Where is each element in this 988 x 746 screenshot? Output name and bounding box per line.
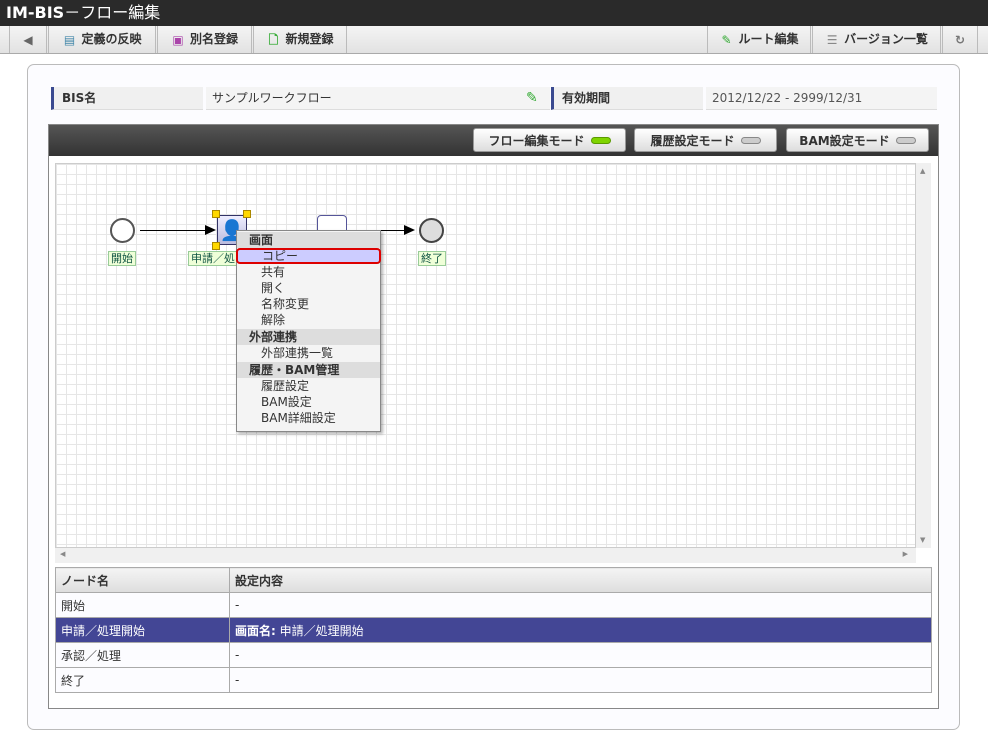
- table-row-selected[interactable]: 申請／処理開始 画面名: 申請／処理開始: [55, 617, 932, 643]
- header-node-name: ノード名: [55, 567, 230, 593]
- bam-mode-button[interactable]: BAM設定モード: [786, 128, 929, 152]
- route-label: ルート編集: [738, 32, 799, 46]
- pencil-icon: ✎: [721, 32, 732, 47]
- end-node-label: 終了: [418, 251, 446, 266]
- menu-item-share[interactable]: 共有: [237, 264, 380, 280]
- reflect-definition-button[interactable]: ▤ 定義の反映: [48, 26, 156, 53]
- new-label: 新規登録: [285, 32, 334, 46]
- menu-item-external-list[interactable]: 外部連携一覧: [237, 345, 380, 361]
- version-list-button[interactable]: ☰ バージョン一覧: [812, 26, 941, 53]
- mode-indicator-off: [895, 136, 916, 144]
- menu-item-bam-settings[interactable]: BAM設定: [237, 394, 380, 410]
- reflect-label: 定義の反映: [81, 32, 142, 46]
- period-label: 有効期間: [551, 87, 703, 110]
- mode-label: 履歴設定モード: [650, 133, 735, 148]
- refresh-button[interactable]: ↻: [942, 26, 978, 53]
- save-icon: ▣: [172, 32, 184, 47]
- horizontal-scrollbar[interactable]: ◀ ▶: [55, 548, 916, 563]
- node-content: -: [229, 642, 932, 668]
- toolbar: ◀ ▤ 定義の反映 ▣ 別名登録 🗋 新規登録 ✎ ルート編集 ☰ バージョン一覧 ↻: [0, 26, 988, 54]
- table-row[interactable]: 終了 -: [55, 667, 932, 693]
- node-name: 承認／処理: [55, 642, 230, 668]
- menu-item-history-settings[interactable]: 履歴設定: [237, 378, 380, 394]
- menu-item-rename[interactable]: 名称変更: [237, 296, 380, 312]
- node-name: 申請／処理開始: [55, 617, 230, 643]
- back-arrow-icon: ◀: [23, 32, 33, 47]
- node-settings-table: ノード名 設定内容 開始 - 申請／処理開始 画面名: 申請／処理開始 承認／処理 - …: [55, 567, 932, 693]
- menu-item-copy[interactable]: コピー: [236, 248, 381, 264]
- alias-label: 別名登録: [189, 32, 238, 46]
- end-node[interactable]: [419, 218, 444, 243]
- connector: [140, 230, 206, 231]
- alias-register-button[interactable]: ▣ 別名登録: [157, 26, 252, 53]
- menu-header-screen: 画面: [237, 232, 380, 248]
- start-node[interactable]: [110, 218, 135, 243]
- mode-label: BAM設定モード: [799, 133, 890, 148]
- start-node-label: 開始: [108, 251, 136, 266]
- mode-indicator-on: [590, 136, 611, 144]
- context-menu: 画面 コピー 共有 開く 名称変更 解除 外部連携 外部連携一覧 履歴・BAM管…: [236, 230, 381, 432]
- node-content: -: [229, 592, 932, 618]
- route-edit-button[interactable]: ✎ ルート編集: [707, 26, 811, 53]
- content-value: 申請／処理開始: [275, 623, 364, 638]
- task-node-label: 申請／処: [188, 251, 238, 266]
- bis-name-label: BIS名: [51, 87, 203, 110]
- menu-item-open[interactable]: 開く: [237, 280, 380, 296]
- node-content: -: [229, 667, 932, 693]
- new-register-button[interactable]: 🗋 新規登録: [253, 26, 347, 53]
- resize-handle[interactable]: [212, 242, 220, 250]
- server-sync-icon: ▤: [63, 32, 76, 47]
- mode-indicator-off: [740, 136, 761, 144]
- new-document-icon: 🗋: [268, 32, 279, 47]
- page-title: －フロー編集: [64, 3, 161, 22]
- arrow-head: [205, 225, 216, 235]
- period-value: 2012/12/22 - 2999/12/31: [706, 87, 937, 110]
- table-row[interactable]: 開始 -: [55, 592, 932, 618]
- node-name: 開始: [55, 592, 230, 618]
- history-mode-button[interactable]: 履歴設定モード: [634, 128, 777, 152]
- edit-pencil-icon[interactable]: ✎: [526, 90, 538, 106]
- resize-handle[interactable]: [243, 210, 251, 218]
- header-settings: 設定内容: [229, 567, 932, 593]
- bis-name-value: サンプルワークフロー: [206, 87, 550, 110]
- menu-item-release[interactable]: 解除: [237, 312, 380, 328]
- versions-label: バージョン一覧: [844, 32, 928, 46]
- menu-item-bam-detail[interactable]: BAM詳細設定: [237, 410, 380, 426]
- menu-header-history-bam: 履歴・BAM管理: [237, 362, 380, 378]
- flow-canvas[interactable]: [55, 163, 916, 548]
- resize-handle[interactable]: [212, 210, 220, 218]
- title-bar: IM-BIS－フロー編集: [0, 0, 988, 26]
- flow-edit-mode-button[interactable]: フロー編集モード: [473, 128, 626, 152]
- mode-label: フロー編集モード: [488, 133, 585, 148]
- refresh-icon: ↻: [954, 32, 966, 47]
- node-name: 終了: [55, 667, 230, 693]
- arrow-head: [404, 225, 415, 235]
- app-name: IM-BIS: [6, 3, 65, 22]
- node-content: 画面名: 申請／処理開始: [229, 617, 932, 643]
- content-key: 画面名:: [235, 623, 276, 638]
- vertical-scrollbar[interactable]: ▲ ▼: [916, 163, 931, 548]
- list-icon: ☰: [826, 32, 838, 47]
- back-button[interactable]: ◀: [9, 26, 47, 53]
- menu-header-external: 外部連携: [237, 329, 380, 345]
- table-row[interactable]: 承認／処理 -: [55, 642, 932, 668]
